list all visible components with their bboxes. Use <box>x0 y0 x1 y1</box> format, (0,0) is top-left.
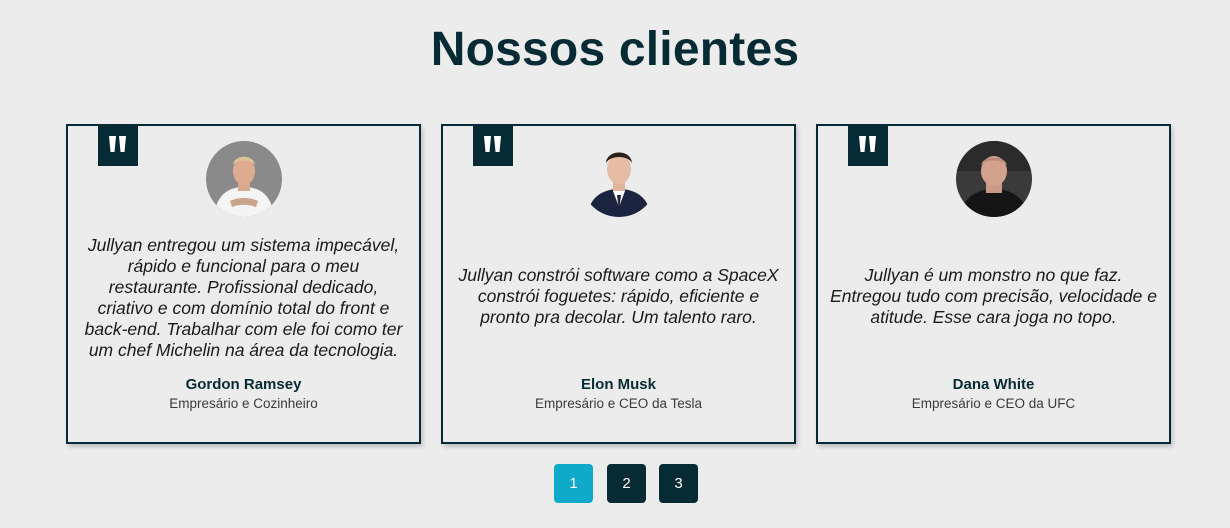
testimonials-section: Nossos clientes Jullyan entregou um sist… <box>0 0 1230 528</box>
avatar <box>581 141 657 217</box>
quote-icon <box>98 124 138 166</box>
testimonial-cards: Jullyan entregou um sistema impecável, r… <box>66 124 1172 444</box>
avatar <box>956 141 1032 217</box>
client-name: Elon Musk <box>580 376 656 393</box>
client-name: Dana White <box>952 376 1035 393</box>
client-name: Gordon Ramsey <box>185 376 302 393</box>
page-button-2[interactable]: 2 <box>607 464 646 503</box>
avatar <box>206 141 282 217</box>
quote-icon <box>473 124 513 166</box>
testimonial-text: Jullyan entregou um sistema impecável, r… <box>84 235 403 360</box>
section-title: Nossos clientes <box>430 23 800 76</box>
testimonial-card: Jullyan constrói software como a SpaceX … <box>441 124 796 444</box>
page-button-1[interactable]: 1 <box>554 464 593 503</box>
client-role: Empresário e CEO da UFC <box>911 396 1076 411</box>
quote-icon <box>848 124 888 166</box>
testimonial-text: Jullyan constrói software como a SpaceX … <box>458 265 779 327</box>
client-role: Empresário e Cozinheiro <box>169 396 318 411</box>
page-button-3[interactable]: 3 <box>659 464 698 503</box>
testimonial-card: Jullyan é um monstro no que faz. Entrego… <box>816 124 1171 444</box>
testimonial-card: Jullyan entregou um sistema impecável, r… <box>66 124 421 444</box>
client-role: Empresário e CEO da Tesla <box>534 396 703 411</box>
testimonial-text: Jullyan é um monstro no que faz. Entrego… <box>830 265 1157 327</box>
